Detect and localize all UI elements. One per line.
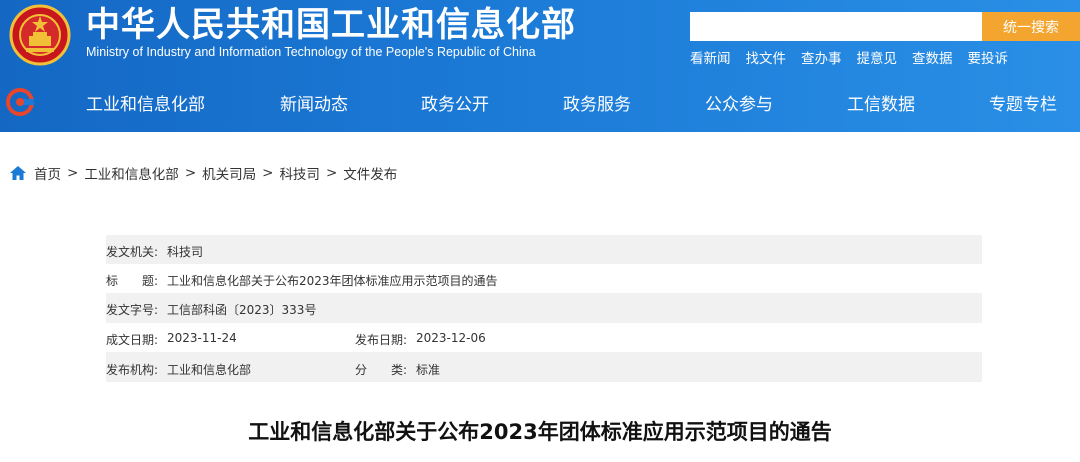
- meta-row-title: 标 题: 工业和信息化部关于公布2023年团体标准应用示范项目的通告: [106, 264, 982, 293]
- nav-item-services[interactable]: 政务服务: [563, 90, 631, 115]
- national-emblem-icon[interactable]: [9, 4, 71, 66]
- published-date-value: 2023-12-06: [416, 331, 486, 345]
- doc-number-value: 工信部科函〔2023〕333号: [167, 303, 317, 317]
- meta-row-doc-number: 发文字号: 工信部科函〔2023〕333号: [106, 293, 982, 322]
- site-subtitle: Ministry of Industry and Information Tec…: [86, 45, 536, 59]
- breadcrumb-miit[interactable]: 工业和信息化部: [84, 163, 179, 183]
- breadcrumb-departments[interactable]: 机关司局: [202, 163, 256, 183]
- document-title: 工业和信息化部关于公布2023年团体标准应用示范项目的通告: [248, 420, 832, 444]
- nav-item-participation[interactable]: 公众参与: [705, 90, 773, 115]
- title-value: 工业和信息化部关于公布2023年团体标准应用示范项目的通告: [167, 274, 498, 288]
- nav-item-news[interactable]: 新闻动态: [280, 90, 348, 115]
- meta-row-org: 发布机构: 工业和信息化部 分 类: 标准: [106, 353, 982, 382]
- breadcrumb-home[interactable]: 首页: [34, 163, 61, 183]
- meta-row-issuer: 发文机关: 科技司: [106, 235, 982, 264]
- created-date-label: 成文日期:: [106, 333, 159, 347]
- title-label: 标 题:: [106, 274, 159, 288]
- org-label: 发布机构:: [106, 363, 159, 377]
- site-title[interactable]: 中华人民共和国工业和信息化部: [86, 4, 576, 46]
- breadcrumb-science-dept[interactable]: 科技司: [279, 163, 320, 183]
- published-date-label: 发布日期:: [355, 333, 408, 347]
- org-value: 工业和信息化部: [167, 363, 252, 377]
- nav-item-miit[interactable]: 工业和信息化部: [86, 90, 205, 115]
- breadcrumb-file-release[interactable]: 文件发布: [343, 163, 397, 183]
- site-header: 中华人民共和国工业和信息化部 Ministry of Industry and …: [0, 0, 1080, 132]
- doc-number-label: 发文字号:: [106, 303, 159, 317]
- document-metadata-table: 发文机关: 科技司 标 题: 工业和信息化部关于公布2023年团体标准应用示范项…: [106, 235, 982, 382]
- home-icon[interactable]: [10, 166, 26, 180]
- quick-link-feedback[interactable]: 提意见: [857, 47, 898, 67]
- ministry-logo-icon[interactable]: [6, 88, 34, 116]
- quick-link-news[interactable]: 看新闻: [690, 47, 731, 67]
- nav-item-gov-affairs[interactable]: 政务公开: [421, 90, 489, 115]
- breadcrumb-separator: >: [184, 165, 197, 181]
- search-button[interactable]: 统一搜索: [982, 12, 1080, 41]
- category-label: 分 类:: [355, 363, 408, 377]
- quick-link-complaint[interactable]: 要投诉: [968, 47, 1009, 67]
- breadcrumb-separator: >: [67, 165, 79, 181]
- category-value: 标准: [416, 363, 441, 377]
- search-input[interactable]: [690, 12, 982, 41]
- quick-link-services[interactable]: 查办事: [801, 47, 842, 67]
- breadcrumb: 首页 > 工业和信息化部 > 机关司局 > 科技司 > 文件发布: [10, 163, 397, 183]
- breadcrumb-separator: >: [325, 165, 338, 181]
- breadcrumb-separator: >: [262, 165, 274, 181]
- quick-links: 看新闻 找文件 查办事 提意见 查数据 要投诉: [690, 47, 1008, 67]
- quick-link-data[interactable]: 查数据: [912, 47, 953, 67]
- issuer-label: 发文机关:: [106, 245, 159, 259]
- main-nav: 工业和信息化部 新闻动态 政务公开 政务服务 公众参与 工信数据 专题专栏: [0, 78, 1080, 126]
- quick-link-files[interactable]: 找文件: [746, 47, 787, 67]
- nav-item-topics[interactable]: 专题专栏: [989, 90, 1057, 115]
- issuer-value: 科技司: [167, 245, 204, 259]
- meta-row-dates: 成文日期: 2023-11-24 发布日期: 2023-12-06: [106, 323, 982, 352]
- created-date-value: 2023-11-24: [167, 331, 237, 345]
- nav-item-data[interactable]: 工信数据: [847, 90, 915, 115]
